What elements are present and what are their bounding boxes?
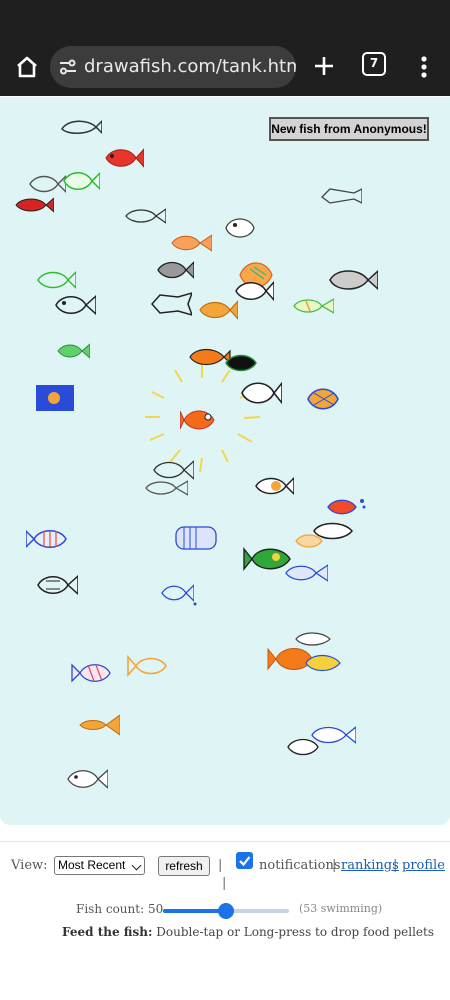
fish-icon [127, 654, 167, 678]
fish-count-slider[interactable] [163, 902, 289, 920]
separator: | [332, 858, 337, 873]
fish-count-label: Fish count: 50 [76, 902, 164, 916]
view-select[interactable]: Most Recent [54, 856, 145, 875]
fish-icon [199, 300, 238, 320]
fish-tank[interactable]: New fish from Anonymous! [0, 97, 450, 825]
status-bar [0, 0, 450, 38]
fish-icon [63, 171, 100, 191]
fish-icon [321, 188, 362, 204]
fish-icon [61, 119, 102, 135]
fish-icon [67, 769, 108, 789]
site-settings-icon[interactable] [58, 57, 78, 77]
fish-icon [295, 522, 353, 548]
fish-icon [285, 564, 328, 582]
url-text[interactable]: drawafish.com/tank.html?c [84, 46, 296, 88]
fish-icon [79, 714, 120, 736]
fish-icon [55, 294, 96, 316]
feed-title: Feed the fish: [62, 925, 153, 939]
fish-icon [255, 476, 294, 496]
more-menu-icon[interactable] [414, 52, 434, 82]
slider-thumb[interactable] [218, 903, 234, 919]
new-fish-notification[interactable]: New fish from Anonymous! [269, 117, 429, 141]
fish-icon [267, 632, 341, 672]
fish-icon [26, 529, 67, 549]
fish-icon [171, 234, 212, 252]
fish-icon [293, 298, 334, 314]
fish-icon [161, 584, 194, 602]
view-select-value: Most Recent [58, 858, 126, 872]
fish-icon [71, 663, 111, 683]
fish-icon [175, 526, 217, 550]
new-tab-icon[interactable] [308, 50, 340, 82]
notifications-label: notifications [259, 858, 341, 873]
fish-icon [307, 388, 339, 410]
refresh-button[interactable]: refresh [158, 856, 210, 876]
fish-icon [180, 410, 215, 430]
fish-icon [105, 148, 144, 168]
slider-fill [163, 909, 226, 913]
fish-icon [329, 269, 378, 291]
swimming-count-label: (53 swimming) [299, 902, 383, 915]
separator: | [222, 876, 227, 891]
rankings-link[interactable]: rankings [341, 858, 399, 873]
fish-icon [37, 574, 78, 596]
fish-icon [157, 261, 194, 279]
fish-icon [145, 480, 188, 496]
fish-icon [189, 348, 257, 372]
fish-icon [36, 385, 74, 411]
fish-icon [327, 499, 366, 515]
bubble-icon [193, 602, 197, 606]
fish-icon [235, 280, 274, 302]
fish-icon [15, 197, 54, 213]
separator: | [393, 858, 398, 873]
fish-icon [150, 292, 192, 316]
separator: | [218, 858, 223, 873]
feed-text: Double-tap or Long-press to drop food pe… [156, 925, 434, 939]
fish-icon [241, 381, 282, 405]
home-icon[interactable] [10, 50, 44, 84]
browser-toolbar: drawafish.com/tank.html?c 7 [0, 38, 450, 96]
chevron-down-icon [131, 860, 142, 871]
fish-icon [57, 343, 90, 359]
fish-icon [225, 218, 255, 238]
feed-instructions: Feed the fish: Double-tap or Long-press … [62, 925, 434, 939]
fish-icon [287, 726, 356, 756]
fish-icon [125, 208, 166, 224]
profile-link[interactable]: profile [402, 858, 445, 873]
address-bar[interactable]: drawafish.com/tank.html?c [50, 46, 296, 88]
fish-icon [37, 271, 76, 289]
view-label: View: [11, 858, 48, 873]
divider [0, 841, 450, 842]
tab-switcher-icon[interactable]: 7 [362, 52, 386, 76]
checkbox-icon[interactable] [236, 852, 253, 869]
